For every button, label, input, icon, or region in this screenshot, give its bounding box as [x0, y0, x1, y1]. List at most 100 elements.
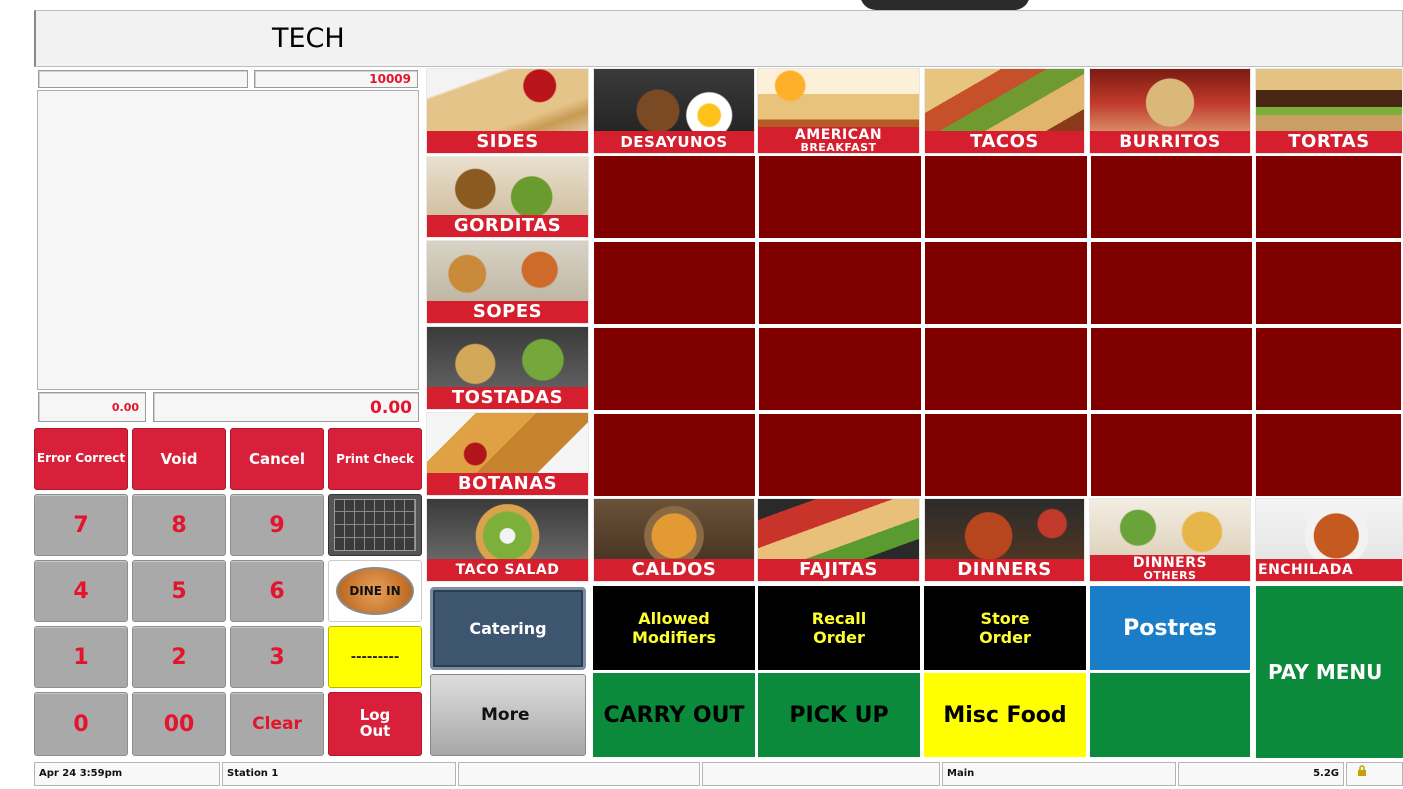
catering-button[interactable]: Catering: [430, 587, 586, 670]
empty-menu-slot[interactable]: [592, 412, 757, 498]
category-gorditas[interactable]: GORDITAS: [426, 156, 589, 238]
key-4[interactable]: 4: [34, 560, 128, 622]
key-3[interactable]: 3: [230, 626, 324, 688]
empty-menu-slot[interactable]: [1089, 154, 1254, 240]
empty-menu-slot[interactable]: [1254, 240, 1403, 326]
empty-menu-slot[interactable]: [923, 326, 1089, 412]
carry-out-button[interactable]: CARRY OUT: [593, 673, 755, 757]
dine-in-button[interactable]: DINE IN: [328, 560, 422, 622]
empty-menu-slot[interactable]: [757, 326, 923, 412]
category-botanas[interactable]: BOTANAS: [426, 412, 589, 496]
total-amount: 0.00: [153, 392, 419, 422]
empty-menu-slot[interactable]: [592, 154, 757, 240]
sides-label: SIDES: [427, 131, 588, 153]
key-00[interactable]: 00: [132, 692, 226, 756]
order-list[interactable]: [37, 90, 419, 390]
more-label: More: [481, 705, 530, 725]
empty-menu-slot[interactable]: [923, 412, 1089, 498]
category-desayunos[interactable]: DESAYUNOS: [593, 68, 755, 154]
category-dinners-others[interactable]: DINNERS OTHERS: [1089, 498, 1251, 582]
american-breakfast-label: AMERICAN BREAKFAST: [758, 127, 919, 153]
dine-in-label: DINE IN: [336, 567, 414, 615]
key-1[interactable]: 1: [34, 626, 128, 688]
category-burritos[interactable]: BURRITOS: [1089, 68, 1251, 154]
empty-menu-slot[interactable]: [1254, 326, 1403, 412]
key-5[interactable]: 5: [132, 560, 226, 622]
status-datetime: Apr 24 3:59pm: [34, 762, 220, 786]
pick-up-button[interactable]: PICK UP: [758, 673, 920, 757]
empty-menu-slot[interactable]: [1254, 154, 1403, 240]
status-version: 5.2G: [1178, 762, 1344, 786]
enchiladas-label: ENCHILADA: [1256, 559, 1402, 581]
desayunos-label: DESAYUNOS: [594, 131, 754, 153]
allowed-modifiers-button[interactable]: Allowed Modifiers: [593, 586, 755, 670]
keyboard-icon: [334, 499, 416, 551]
tortas-label: TORTAS: [1256, 131, 1402, 153]
empty-menu-slot[interactable]: [757, 412, 923, 498]
empty-menu-slot[interactable]: [592, 326, 757, 412]
empty-menu-slot[interactable]: [1089, 240, 1254, 326]
empty-menu-slot[interactable]: [923, 240, 1089, 326]
empty-menu-slot[interactable]: [757, 240, 923, 326]
pay-menu-button[interactable]: PAY MENU: [1256, 586, 1403, 758]
status-field-4: [702, 762, 940, 786]
key-6[interactable]: 6: [230, 560, 324, 622]
void-button[interactable]: Void: [132, 428, 226, 490]
category-enchiladas[interactable]: ENCHILADA: [1255, 498, 1403, 582]
key-7[interactable]: 7: [34, 494, 128, 556]
caldos-label: CALDOS: [594, 559, 754, 581]
error-correct-button[interactable]: Error Correct: [34, 428, 128, 490]
category-sides[interactable]: SIDES: [426, 68, 589, 154]
category-american-breakfast[interactable]: AMERICAN BREAKFAST: [757, 68, 920, 154]
category-tostadas[interactable]: TOSTADAS: [426, 326, 589, 410]
category-caldos[interactable]: CALDOS: [593, 498, 755, 582]
dinners-label: DINNERS: [925, 559, 1084, 581]
empty-menu-slot[interactable]: [1089, 412, 1254, 498]
empty-menu-slot[interactable]: [1089, 326, 1254, 412]
clear-button[interactable]: Clear: [230, 692, 324, 756]
category-fajitas[interactable]: FAJITAS: [757, 498, 920, 582]
status-mode: Main: [942, 762, 1176, 786]
misc-food-button[interactable]: Misc Food: [924, 673, 1086, 757]
print-check-button[interactable]: Print Check: [328, 428, 422, 490]
recall-order-button[interactable]: Recall Order: [758, 586, 920, 670]
check-number: 10009: [254, 70, 418, 88]
status-tray: [1346, 762, 1403, 786]
burritos-label: BURRITOS: [1090, 131, 1250, 153]
key-2[interactable]: 2: [132, 626, 226, 688]
empty-menu-slot[interactable]: [757, 154, 923, 240]
postres-button[interactable]: Postres: [1090, 586, 1250, 670]
botanas-label: BOTANAS: [427, 473, 588, 495]
category-taco-salad[interactable]: TACO SALAD: [426, 498, 589, 582]
category-tacos[interactable]: TACOS: [924, 68, 1085, 154]
tacos-label: TACOS: [925, 131, 1084, 153]
category-dinners[interactable]: DINNERS: [924, 498, 1085, 582]
gorditas-label: GORDITAS: [427, 215, 588, 237]
key-0[interactable]: 0: [34, 692, 128, 756]
cancel-button[interactable]: Cancel: [230, 428, 324, 490]
empty-menu-slot[interactable]: [923, 154, 1089, 240]
tostadas-label: TOSTADAS: [427, 387, 588, 409]
order-type-button[interactable]: ---------: [328, 626, 422, 688]
key-9[interactable]: 9: [230, 494, 324, 556]
keyboard-button[interactable]: [328, 494, 422, 556]
status-station: Station 1: [222, 762, 456, 786]
empty-function-button[interactable]: [1090, 673, 1250, 757]
dinners-others-label: DINNERS OTHERS: [1090, 555, 1250, 581]
empty-menu-slot[interactable]: [592, 240, 757, 326]
lock-icon: [1358, 765, 1366, 776]
empty-menu-slot[interactable]: [1254, 412, 1403, 498]
log-out-button[interactable]: Log Out: [328, 692, 422, 756]
top-band: [0, 0, 1403, 10]
more-button[interactable]: More: [430, 674, 586, 756]
tax-amount: 0.00: [38, 392, 146, 422]
header-bar: TECH: [34, 10, 1403, 67]
sopes-label: SOPES: [427, 301, 588, 323]
taco-salad-label: TACO SALAD: [427, 559, 588, 581]
device-cable: [860, 0, 1030, 10]
category-tortas[interactable]: TORTAS: [1255, 68, 1403, 154]
category-sopes[interactable]: SOPES: [426, 240, 589, 324]
page-title: TECH: [272, 23, 345, 54]
store-order-button[interactable]: Store Order: [924, 586, 1086, 670]
key-8[interactable]: 8: [132, 494, 226, 556]
